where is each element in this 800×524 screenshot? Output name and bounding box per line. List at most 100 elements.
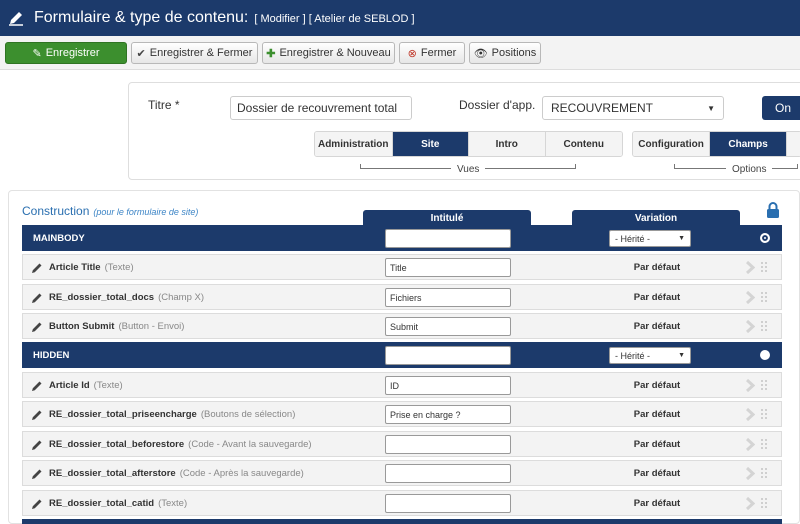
tab-contenu[interactable]: Contenu [545, 132, 622, 156]
field-label-input[interactable]: Submit [385, 317, 511, 336]
chevron-right-icon[interactable] [745, 407, 756, 422]
lock-icon[interactable] [766, 202, 780, 218]
field-name-text: RE_dossier_total_beforestore [49, 438, 185, 450]
options-tabs: Configuration Champs [632, 131, 800, 157]
section-label-input[interactable] [385, 229, 511, 248]
variation-value: Par défaut [633, 408, 681, 420]
chevron-right-icon[interactable] [745, 378, 756, 393]
save-close-button[interactable]: ✔ Enregistrer & Fermer [131, 42, 258, 64]
variation-value: Par défaut [633, 261, 681, 273]
field-name-text: RE_dossier_total_docs [49, 291, 155, 303]
field-name-text: Button Submit [49, 320, 115, 332]
chevron-right-icon[interactable] [745, 437, 756, 452]
variation-value: Par défaut [633, 497, 681, 509]
field-label-input[interactable] [385, 464, 511, 483]
chevron-right-icon[interactable] [745, 319, 756, 334]
field-name: Article Title (Texte) [49, 262, 134, 273]
tab-intro[interactable]: Intro [469, 132, 546, 156]
field-name: RE_dossier_total_afterstore (Code - Après… [49, 468, 304, 479]
pencil-icon[interactable] [31, 467, 43, 479]
drag-handle-icon[interactable] [760, 291, 770, 304]
title-label: Titre * [148, 98, 180, 112]
pen-icon [2, 0, 30, 36]
section-radio[interactable] [760, 350, 770, 360]
field-row[interactable]: RE_dossier_total_afterstore (Code - Après… [22, 460, 782, 486]
tab-site[interactable]: Site [392, 132, 469, 156]
field-row[interactable]: Article Id (Texte) ID Par défaut [22, 372, 782, 398]
field-name: RE_dossier_total_beforestore (Code - Avan… [49, 439, 312, 450]
drag-handle-icon[interactable] [760, 408, 770, 421]
field-type: (Code - Avant la sauvegarde) [188, 438, 312, 450]
field-type: (Boutons de sélection) [200, 408, 296, 420]
tab-administration[interactable]: Administration [315, 132, 393, 156]
positions-button[interactable]: 👁 Positions [469, 42, 541, 64]
field-row[interactable]: Button Submit (Button - Envoi) Submit Par d… [22, 313, 782, 339]
field-row[interactable]: RE_dossier_total_beforestore (Code - Avan… [22, 431, 782, 457]
save-button[interactable]: ✎ Enregistrer [5, 42, 127, 64]
field-name: Button Submit (Button - Envoi) [49, 321, 184, 332]
pencil-icon[interactable] [31, 497, 43, 509]
field-row[interactable]: RE_dossier_total_docs (Champ X) Fichiers Pa… [22, 284, 782, 310]
section-row[interactable]: HIDDEN - Hérité - ▼ [22, 342, 782, 368]
pencil-icon[interactable] [31, 291, 43, 303]
section-name: MAINBODY [33, 232, 85, 244]
variation-value: Par défaut [633, 379, 681, 391]
field-type: (Code - Après la sauvegarde) [179, 467, 304, 479]
field-label-input[interactable] [385, 435, 511, 454]
edit-icon: ✎ [32, 47, 42, 60]
chevron-right-icon[interactable] [745, 260, 756, 275]
section-name: HIDDEN [33, 349, 70, 361]
field-label-input[interactable]: Title [385, 258, 511, 277]
save-new-button[interactable]: ✚ Enregistrer & Nouveau [262, 42, 395, 64]
section-row-partial [22, 519, 782, 524]
toolbar: ✎ Enregistrer ✔ Enregistrer & Fermer ✚ Enre… [0, 36, 800, 70]
column-header-label: Intitulé [363, 210, 531, 226]
chevron-right-icon[interactable] [745, 466, 756, 481]
field-label-input[interactable]: Prise en charge ? [385, 405, 511, 424]
variation-value: Par défaut [633, 467, 681, 479]
close-label: Fermer [420, 47, 457, 59]
section-row[interactable]: MAINBODY - Hérité - ▼ [22, 225, 782, 251]
plus-icon: ✚ [266, 47, 276, 60]
field-label-input[interactable] [385, 494, 511, 513]
field-row[interactable]: RE_dossier_total_priseencharge (Boutons d… [22, 401, 782, 427]
field-name: RE_dossier_total_catid (Texte) [49, 498, 187, 509]
field-label-input[interactable]: Fichiers [385, 288, 511, 307]
variation-select[interactable]: - Hérité - ▼ [609, 347, 691, 364]
drag-handle-icon[interactable] [760, 438, 770, 451]
pencil-icon[interactable] [31, 261, 43, 273]
chevron-right-icon[interactable] [745, 290, 756, 305]
tab-overflow[interactable] [787, 132, 800, 156]
close-button[interactable]: ⊗ Fermer [399, 42, 465, 64]
chevron-right-icon[interactable] [745, 496, 756, 511]
drag-handle-icon[interactable] [760, 497, 770, 510]
chevron-down-icon: ▼ [678, 352, 685, 359]
pencil-icon[interactable] [31, 408, 43, 420]
section-label-input[interactable] [385, 346, 511, 365]
pencil-icon[interactable] [31, 379, 43, 391]
field-label-input[interactable]: ID [385, 376, 511, 395]
tab-champs[interactable]: Champs [710, 132, 788, 156]
drag-handle-icon[interactable] [760, 320, 770, 333]
field-row[interactable]: Article Title (Texte) Title Par défaut [22, 254, 782, 280]
drag-handle-icon[interactable] [760, 379, 770, 392]
positions-label: Positions [491, 47, 537, 59]
construction-title: Construction (pour le formulaire de site) [22, 204, 198, 218]
variation-select-value: - Hérité - [615, 233, 651, 244]
section-radio[interactable] [760, 233, 770, 243]
field-name: Article Id (Texte) [49, 380, 123, 391]
variation-value: Par défaut [633, 320, 681, 332]
title-input[interactable]: Dossier de recouvrement total [230, 96, 412, 120]
variation-select[interactable]: - Hérité - ▼ [609, 230, 691, 247]
drag-handle-icon[interactable] [760, 261, 770, 274]
pencil-icon[interactable] [31, 438, 43, 450]
tab-configuration[interactable]: Configuration [633, 132, 711, 156]
variation-value: Par défaut [633, 291, 681, 303]
pencil-icon[interactable] [31, 320, 43, 332]
on-toggle[interactable]: On [762, 96, 800, 120]
drag-handle-icon[interactable] [760, 467, 770, 480]
field-type: (Texte) [93, 379, 123, 391]
folder-select[interactable]: RECOUVREMENT ▼ [542, 96, 724, 120]
field-row[interactable]: RE_dossier_total_catid (Texte) Par défaut [22, 490, 782, 516]
construction-note: (pour le formulaire de site) [93, 207, 199, 217]
